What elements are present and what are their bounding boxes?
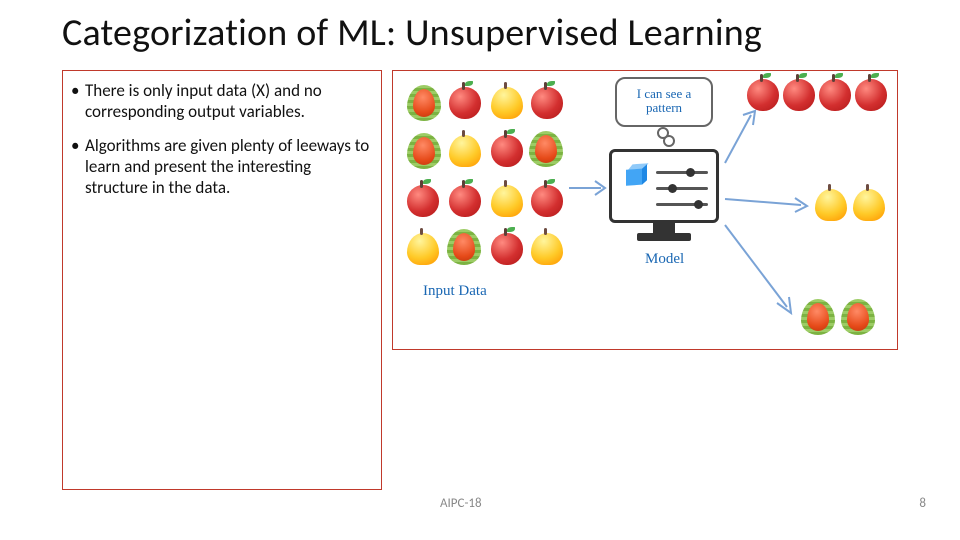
apple-icon [407, 185, 439, 217]
slider-knob [694, 200, 703, 209]
output-cluster-mangoes [815, 189, 895, 229]
slider-knob [668, 184, 677, 193]
unsupervised-diagram: I can see a pattern Input Data Model [393, 71, 897, 349]
thought-bubble: I can see a pattern [615, 77, 713, 127]
cube-icon [626, 163, 648, 187]
footer-code: AIPC-18 [440, 496, 482, 511]
sliders-icon [656, 166, 708, 214]
apple-icon [531, 87, 563, 119]
apple-icon [783, 79, 815, 111]
bullet-item: There is only input data (X) and no corr… [69, 81, 373, 122]
almond-icon [529, 131, 563, 167]
slider-knob [686, 168, 695, 177]
arrow-to-mangoes-icon [723, 189, 813, 215]
input-data-label: Input Data [423, 283, 487, 300]
monitor-screen [609, 149, 719, 223]
output-cluster-apples [747, 79, 897, 119]
apple-icon [747, 79, 779, 111]
mango-icon [407, 233, 439, 265]
almond-icon [407, 133, 441, 169]
mango-icon [531, 233, 563, 265]
arrow-to-almonds-icon [721, 221, 799, 317]
input-data-grid [401, 81, 571, 261]
almond-icon [407, 85, 441, 121]
apple-icon [491, 233, 523, 265]
bullet-list: There is only input data (X) and no corr… [69, 81, 373, 199]
mango-icon [491, 185, 523, 217]
apple-icon [491, 135, 523, 167]
page-number: 8 [919, 496, 926, 511]
apple-icon [855, 79, 887, 111]
apple-icon [819, 79, 851, 111]
slide: Categorization of ML: Unsupervised Learn… [0, 0, 960, 540]
diagram-panel: I can see a pattern Input Data Model [392, 70, 898, 350]
model-monitor-icon [609, 149, 719, 249]
mango-icon [449, 135, 481, 167]
apple-icon [449, 87, 481, 119]
arrow-input-to-model-icon [567, 175, 611, 201]
slide-title: Categorization of ML: Unsupervised Learn… [62, 10, 762, 56]
model-label: Model [645, 251, 684, 268]
text-panel: There is only input data (X) and no corr… [62, 70, 382, 490]
output-cluster-almonds [801, 299, 901, 341]
almond-icon [447, 229, 481, 265]
mango-icon [491, 87, 523, 119]
almond-icon [841, 299, 875, 335]
bullet-item: Algorithms are given plenty of leeways t… [69, 136, 373, 198]
apple-icon [531, 185, 563, 217]
mango-icon [853, 189, 885, 221]
apple-icon [449, 185, 481, 217]
almond-icon [801, 299, 835, 335]
mango-icon [815, 189, 847, 221]
thought-bubble-text: I can see a pattern [637, 86, 692, 115]
